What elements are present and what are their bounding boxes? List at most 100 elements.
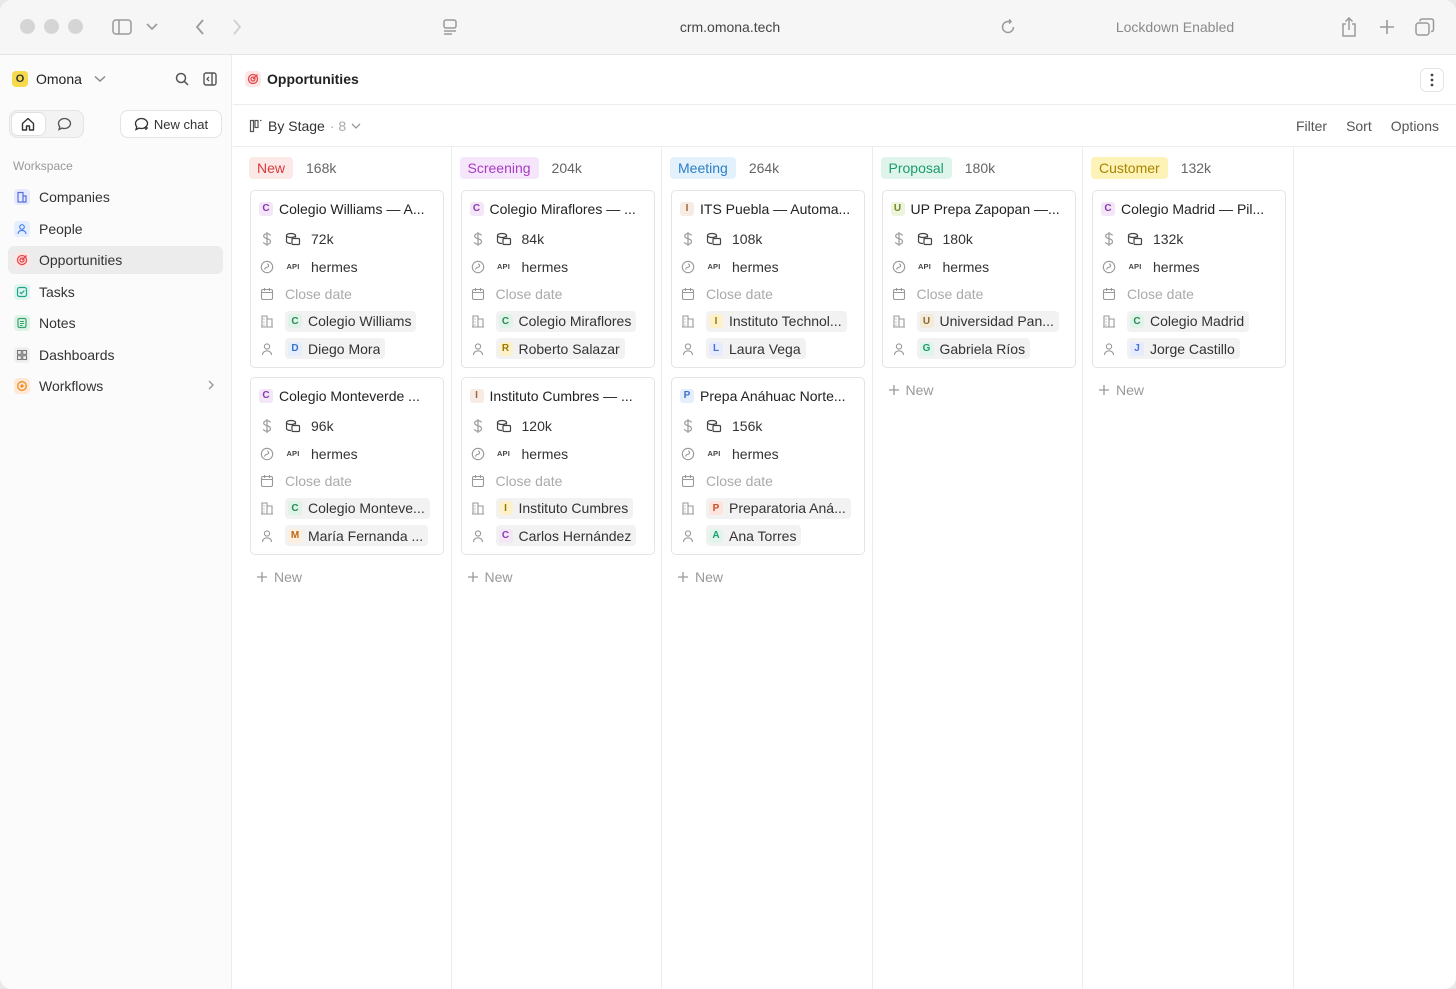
card-field-company[interactable]: U Universidad Pan... [891,308,1075,335]
opportunity-card[interactable]: P Prepa Anáhuac Norte... 156k API hermes… [671,377,865,555]
company-chip[interactable]: P Preparatoria Aná... [706,497,851,519]
card-field-owner[interactable]: API hermes [259,440,443,467]
back-icon[interactable] [190,14,210,40]
stage-pill[interactable]: Proposal [880,157,952,179]
person-chip[interactable]: C Carlos Hernández [495,525,637,547]
share-icon[interactable] [1339,14,1359,40]
card-field-amount[interactable]: 156k [680,413,864,440]
company-chip[interactable]: I Instituto Technol... [706,310,847,332]
home-tab[interactable] [12,113,45,135]
chevron-right-icon[interactable] [207,378,215,394]
person-chip[interactable]: M María Fernanda ... [285,525,429,547]
opportunity-card[interactable]: I ITS Puebla — Automa... 108k API hermes… [671,190,865,368]
stage-pill[interactable]: New [249,157,294,179]
sidebar-item-dashboards[interactable]: Dashboards [8,341,223,369]
search-icon[interactable] [174,71,190,87]
card-field-company[interactable]: C Colegio Monteve... [259,495,443,522]
person-chip[interactable]: D Diego Mora [285,338,386,360]
more-options-button[interactable] [1420,68,1444,92]
card-title[interactable]: U UP Prepa Zapopan —... [890,198,1071,219]
card-field-owner[interactable]: API hermes [470,253,654,280]
add-card-button[interactable]: New [881,377,1075,403]
card-field-amount[interactable]: 96k [259,413,443,440]
card-field-person[interactable]: G Gabriela Ríos [891,335,1075,362]
card-field-amount[interactable]: 72k [259,226,443,253]
card-field-company[interactable]: I Instituto Cumbres [470,495,654,522]
view-selector[interactable]: By Stage · 8 [249,118,361,134]
new-tab-icon[interactable] [1377,14,1397,40]
chat-tab[interactable] [49,113,82,135]
filter-button[interactable]: Filter [1296,118,1327,134]
card-title[interactable]: C Colegio Monteverde ... [259,385,439,406]
card-field-person[interactable]: D Diego Mora [259,335,443,362]
card-field-owner[interactable]: API hermes [891,253,1075,280]
opportunity-card[interactable]: C Colegio Miraflores — ... 84k API herme… [460,190,655,368]
card-field-person[interactable]: J Jorge Castillo [1101,335,1285,362]
card-field-person[interactable]: L Laura Vega [680,335,864,362]
card-field-person[interactable]: C Carlos Hernández [470,522,654,549]
card-field-close-date[interactable]: Close date [680,280,864,307]
card-title[interactable]: C Colegio Williams — A... [259,198,439,219]
card-field-owner[interactable]: API hermes [1101,253,1285,280]
tab-overview-icon[interactable] [1414,14,1436,40]
card-field-amount[interactable]: 132k [1101,226,1285,253]
workspace-switcher[interactable]: O Omona [12,71,106,87]
card-title[interactable]: C Colegio Madrid — Pil... [1101,198,1281,219]
sidebar-toggle-icon[interactable] [110,14,134,40]
card-field-owner[interactable]: API hermes [470,440,654,467]
add-card-button[interactable]: New [249,564,443,590]
collapse-sidebar-icon[interactable] [202,71,218,87]
card-field-close-date[interactable]: Close date [470,280,654,307]
card-field-person[interactable]: M María Fernanda ... [259,522,443,549]
opportunity-card[interactable]: C Colegio Williams — A... 72k API hermes… [250,190,444,368]
card-title[interactable]: C Colegio Miraflores — ... [469,198,650,219]
person-chip[interactable]: J Jorge Castillo [1127,338,1240,360]
card-field-close-date[interactable]: Close date [1101,280,1285,307]
opportunity-card[interactable]: I Instituto Cumbres — ... 120k API herme… [460,377,655,555]
card-title[interactable]: I ITS Puebla — Automa... [680,198,860,219]
sort-button[interactable]: Sort [1346,118,1372,134]
sidebar-item-workflows[interactable]: Workflows [8,372,223,400]
card-field-close-date[interactable]: Close date [891,280,1075,307]
add-card-button[interactable]: New [1091,377,1285,403]
add-card-button[interactable]: New [460,564,654,590]
company-chip[interactable]: U Universidad Pan... [916,310,1059,332]
card-field-amount[interactable]: 108k [680,226,864,253]
person-chip[interactable]: G Gabriela Ríos [916,338,1031,360]
card-field-company[interactable]: C Colegio Madrid [1101,308,1285,335]
card-field-person[interactable]: A Ana Torres [680,522,864,549]
stage-pill[interactable]: Customer [1091,157,1168,179]
sidebar-item-companies[interactable]: Companies [8,183,223,211]
reader-icon[interactable] [440,14,460,40]
opportunity-card[interactable]: C Colegio Monteverde ... 96k API hermes … [250,377,444,555]
zoom-window-button[interactable] [68,19,83,34]
stage-pill[interactable]: Screening [459,157,539,179]
card-field-company[interactable]: I Instituto Technol... [680,308,864,335]
sidebar-item-notes[interactable]: Notes [8,309,223,337]
new-chat-button[interactable]: New chat [120,110,222,138]
sidebar-item-people[interactable]: People [8,215,223,243]
forward-icon[interactable] [227,14,247,40]
card-field-person[interactable]: R Roberto Salazar [470,335,654,362]
card-field-close-date[interactable]: Close date [680,467,864,494]
close-window-button[interactable] [20,19,35,34]
card-field-company[interactable]: C Colegio Miraflores [470,308,654,335]
opportunity-card[interactable]: C Colegio Madrid — Pil... 132k API herme… [1092,190,1286,368]
options-button[interactable]: Options [1391,118,1439,134]
card-field-company[interactable]: C Colegio Williams [259,308,443,335]
company-chip[interactable]: C Colegio Williams [285,310,417,332]
card-field-amount[interactable]: 180k [891,226,1075,253]
minimize-window-button[interactable] [44,19,59,34]
card-field-owner[interactable]: API hermes [680,253,864,280]
chevron-down-icon[interactable] [144,14,160,40]
card-field-owner[interactable]: API hermes [259,253,443,280]
stage-pill[interactable]: Meeting [670,157,736,179]
card-title[interactable]: P Prepa Anáhuac Norte... [680,385,860,406]
company-chip[interactable]: I Instituto Cumbres [495,497,634,519]
address-bar[interactable]: crm.omona.tech [600,19,860,35]
person-chip[interactable]: A Ana Torres [706,525,802,547]
card-field-owner[interactable]: API hermes [680,440,864,467]
card-field-amount[interactable]: 84k [470,226,654,253]
opportunity-card[interactable]: U UP Prepa Zapopan —... 180k API hermes … [881,190,1076,368]
card-field-close-date[interactable]: Close date [259,467,443,494]
